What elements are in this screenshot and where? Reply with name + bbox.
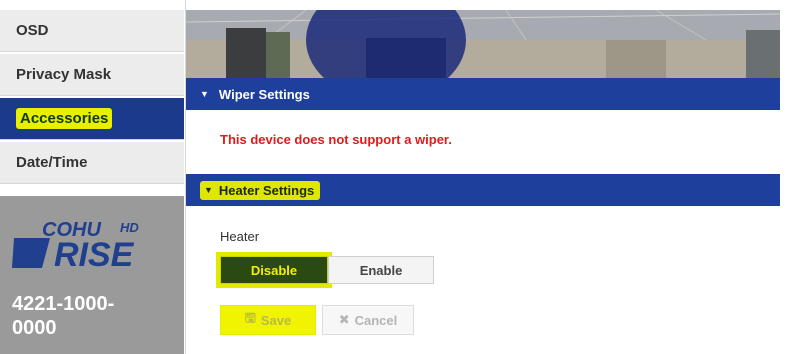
heater-enable-button[interactable]: Enable — [328, 256, 434, 284]
wiper-unsupported-message: This device does not support a wiper. — [220, 132, 452, 147]
camera-scene — [186, 10, 780, 78]
model-line-2: 0000 — [12, 317, 57, 339]
heater-label: Heater — [220, 229, 260, 244]
floppy-disk-icon: 🖫 — [244, 310, 256, 325]
logo-subtext: RISE — [54, 236, 135, 270]
sidebar-item-osd[interactable]: OSD — [0, 10, 184, 52]
model-line-1: 4221-1000- — [12, 293, 115, 315]
caret-down-icon: ▼ — [200, 89, 209, 99]
logo-suffix: HD — [120, 220, 139, 235]
model-number: 4221-1000- 0000 — [12, 292, 114, 340]
sidebar-item-label: Privacy Mask — [16, 66, 112, 83]
section-title: Heater Settings — [218, 182, 315, 198]
section-title: Wiper Settings — [218, 86, 310, 102]
cancel-button[interactable]: ✖ Cancel — [322, 305, 414, 335]
wiper-settings-header[interactable]: ▼ Wiper Settings — [186, 78, 780, 110]
sidebar: OSD Privacy Mask Accessories Date/Time C… — [0, 0, 186, 354]
cohu-hd-rise-logo: COHU HD RISE — [12, 219, 139, 270]
cancel-label: Cancel — [354, 312, 398, 328]
sidebar-item-accessories[interactable]: Accessories — [0, 98, 184, 140]
sidebar-item-privacy-mask[interactable]: Privacy Mask — [0, 54, 184, 96]
save-label: Save — [260, 312, 292, 328]
caret-down-icon: ▼ — [204, 185, 213, 195]
sidebar-item-label: Date/Time — [16, 154, 88, 171]
heater-disable-button[interactable]: Disable — [220, 256, 328, 284]
save-button[interactable]: 🖫 Save — [220, 305, 316, 335]
brand-panel: COHU HD RISE 4221-1000- 0000 — [0, 196, 184, 354]
x-icon: ✖ — [338, 312, 350, 327]
heater-settings-header[interactable]: ▼ Heater Settings — [186, 174, 780, 206]
sidebar-item-label: OSD — [16, 22, 49, 39]
camera-preview — [186, 10, 780, 78]
sidebar-item-label: Accessories — [16, 108, 113, 129]
highlighted-title: ▼ Heater Settings — [200, 180, 321, 200]
sidebar-item-date-time[interactable]: Date/Time — [0, 142, 184, 184]
logo-arrow-shape — [12, 238, 50, 268]
